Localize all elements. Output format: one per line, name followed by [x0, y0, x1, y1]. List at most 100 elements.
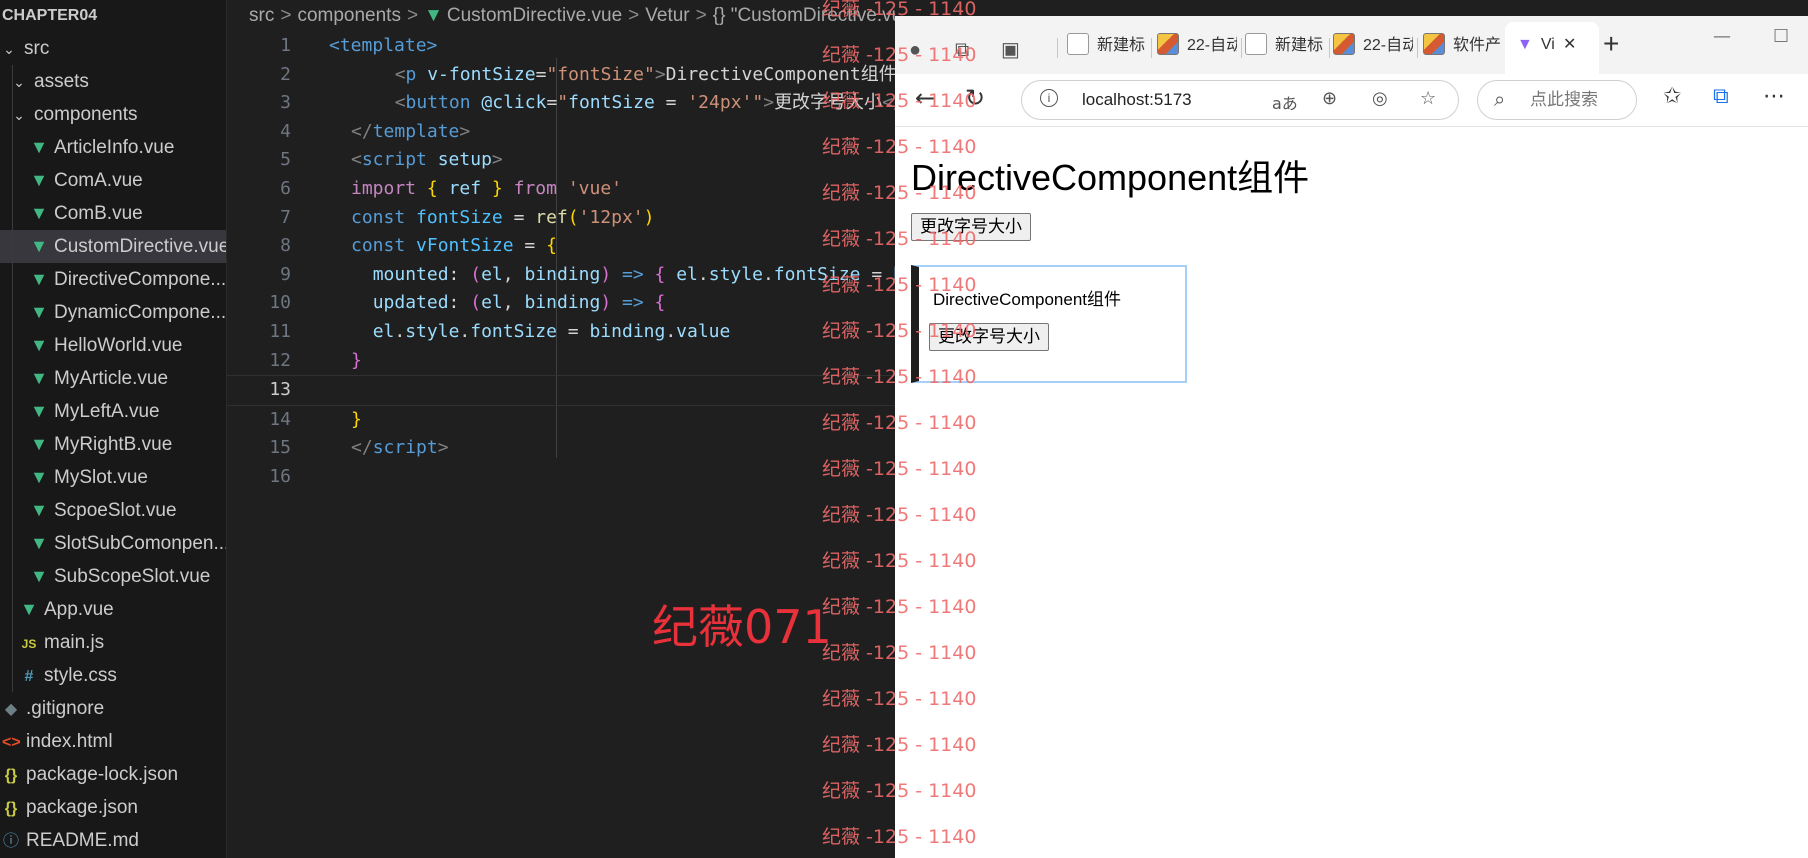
code-line[interactable]: 2 <p v-fontSize="fontSize">DirectiveComp… — [227, 61, 895, 90]
tree-item-label: README.md — [26, 830, 139, 851]
tree-item[interactable]: ▼ SubScopeSlot.vue — [0, 560, 226, 593]
tree-item[interactable]: ▼ DirectiveCompone... — [0, 263, 226, 296]
tree-item[interactable]: ◆ .gitignore — [0, 692, 226, 725]
tree-item[interactable]: ▼ App.vue — [0, 593, 226, 626]
search-icon: ⌕ — [1494, 87, 1506, 111]
tree-item[interactable]: ⌄ src — [0, 32, 226, 65]
tree-item-label: ArticleInfo.vue — [54, 137, 175, 158]
tree-item[interactable]: JS main.js — [0, 626, 226, 659]
tree-item[interactable]: ▼ ComB.vue — [0, 197, 226, 230]
tree-item[interactable]: ▼ HelloWorld.vue — [0, 329, 226, 362]
code-token: setup — [437, 149, 492, 171]
tab-auto-2[interactable]: 22-自动 — [1333, 28, 1413, 64]
tab-actions-icon[interactable]: ▣ — [1001, 32, 1020, 68]
tree-item[interactable]: ▼ MyArticle.vue — [0, 362, 226, 395]
breadcrumb-item[interactable]: components — [297, 5, 401, 26]
tree-item[interactable]: ▼ SlotSubComonpen... — [0, 527, 226, 560]
code-token: } — [351, 408, 362, 430]
code-token: > — [426, 35, 438, 56]
code-token: script — [361, 149, 427, 171]
breadcrumb-item[interactable]: src — [249, 5, 274, 26]
tab-active-vite[interactable]: ▼ Vi ✕ — [1505, 22, 1599, 74]
code-token: DirectiveComponent组件 — [665, 63, 895, 85]
code-token: el — [372, 320, 395, 342]
code-line[interactable]: 7 const fontSize = ref('12px') — [227, 204, 895, 233]
code-line[interactable]: 10 updated: (el, binding) => { — [227, 289, 895, 318]
refresh-icon[interactable]: ↻ — [965, 84, 985, 112]
code-line[interactable]: 12} — [227, 347, 895, 376]
code-line[interactable]: 3 <button @click="fontSize = '24px'">更改字… — [227, 89, 895, 118]
code-token: => — [622, 292, 644, 314]
minimize-button[interactable]: — — [1713, 26, 1731, 47]
tree-item[interactable]: {} package-lock.json — [0, 758, 226, 791]
code-line[interactable]: 1 <template> — [227, 32, 895, 61]
code-line[interactable]: 9 mounted: (el, binding) => { el.style.f… — [227, 261, 895, 290]
tree-item[interactable]: ▼ CustomDirective.vue — [0, 230, 226, 263]
tree-item[interactable]: ▼ MyLeftA.vue — [0, 395, 226, 428]
zoom-icon[interactable]: ⊕ — [1322, 88, 1337, 109]
collections-icon[interactable]: ⧉ — [1713, 84, 1729, 109]
code-token: </ — [351, 437, 373, 459]
line-number: 2 — [280, 63, 291, 85]
edge-icon[interactable]: ◎ — [1372, 88, 1388, 109]
code-line[interactable]: 14} — [227, 406, 895, 435]
info-icon[interactable]: i — [1040, 89, 1058, 107]
profile-icon[interactable]: ● — [909, 32, 921, 68]
vue-icon: ▼ — [30, 335, 48, 355]
tree-item[interactable]: ⌄ components — [0, 98, 226, 131]
code-line[interactable]: 15 </script> — [227, 434, 895, 463]
search-box[interactable]: ⌕ 点此搜索 — [1477, 80, 1637, 120]
code-token: > — [437, 437, 449, 459]
code-line[interactable]: 11 el.style.fontSize = binding.value — [227, 318, 895, 347]
tree-item[interactable]: ▼ ArticleInfo.vue — [0, 131, 226, 164]
vue-icon: ▼ — [30, 302, 48, 322]
code-token: > — [491, 149, 503, 171]
tab-software[interactable]: 软件产 — [1423, 28, 1501, 64]
tree-item[interactable]: ▼ DynamicCompone... — [0, 296, 226, 329]
maximize-button[interactable]: ☐ — [1773, 26, 1789, 47]
address-bar-row: ← ↻ i localhost:5173 aあ ⊕ ◎ ☆ ⌕ 点此搜索 ✩ ⧉… — [895, 74, 1808, 127]
url-bar[interactable]: i localhost:5173 aあ ⊕ ◎ ☆ — [1021, 80, 1459, 120]
code-line[interactable]: 5 <script setup> — [227, 146, 895, 175]
breadcrumb-item[interactable]: Vetur — [645, 5, 689, 26]
workspaces-icon[interactable]: ⧉ — [955, 32, 969, 68]
favorites-icon[interactable]: ✩ — [1663, 84, 1681, 109]
code-token: , — [502, 263, 525, 285]
child-change-font-size-button[interactable]: 更改字号大小 — [929, 323, 1049, 351]
close-tab-icon[interactable]: ✕ — [1563, 22, 1576, 68]
code-area[interactable]: 1 <template> 2 <p v-fontSize="fontSize">Di… — [227, 32, 895, 492]
tab-auto-1[interactable]: 22-自动 — [1157, 28, 1237, 64]
code-line[interactable]: 13 — [227, 375, 895, 406]
tree-item[interactable]: ⌄ assets — [0, 65, 226, 98]
breadcrumb-item[interactable]: {} "CustomDirective.vue" — [713, 5, 895, 26]
tab-new-1[interactable]: 新建标 — [1067, 28, 1147, 64]
tree-item[interactable]: ▼ MyRightB.vue — [0, 428, 226, 461]
tree-item[interactable]: ⓘ README.md — [0, 824, 226, 857]
tree-item[interactable]: ▼ MySlot.vue — [0, 461, 226, 494]
url-text[interactable]: localhost:5173 — [1082, 81, 1192, 119]
new-tab-button[interactable]: + — [1603, 26, 1619, 62]
tree-item[interactable]: {} package.json — [0, 791, 226, 824]
tree-item[interactable]: <> index.html — [0, 725, 226, 758]
tab-new-2[interactable]: 新建标 — [1245, 28, 1325, 64]
code-line[interactable]: 4 </template> — [227, 118, 895, 147]
tree-item[interactable]: ▼ ScpoeSlot.vue — [0, 494, 226, 527]
breadcrumb-item[interactable]: CustomDirective.vue — [447, 5, 622, 26]
read-aloud-icon[interactable]: aあ — [1272, 90, 1298, 114]
explorer-root[interactable]: CHAPTER04 — [0, 0, 226, 32]
back-arrow-icon[interactable]: ← — [915, 84, 935, 112]
code-line[interactable]: 6 import { ref } from 'vue' — [227, 175, 895, 204]
breadcrumb: src > components > ▼ CustomDirective.vue > Vetu… — [227, 0, 895, 32]
page-content: DirectiveComponent组件 更改字号大小 DirectiveCom… — [895, 127, 1808, 858]
more-icon[interactable]: ⋯ — [1763, 84, 1785, 109]
change-font-size-button[interactable]: 更改字号大小 — [911, 213, 1031, 241]
tree-item[interactable]: # style.css — [0, 659, 226, 692]
code-token: { — [654, 263, 666, 285]
code-line[interactable]: 8 const vFontSize = { — [227, 232, 895, 261]
favorite-star-icon[interactable]: ☆ — [1420, 88, 1436, 109]
tree-item[interactable]: ▼ ComA.vue — [0, 164, 226, 197]
code-line[interactable]: 16 — [227, 463, 895, 492]
